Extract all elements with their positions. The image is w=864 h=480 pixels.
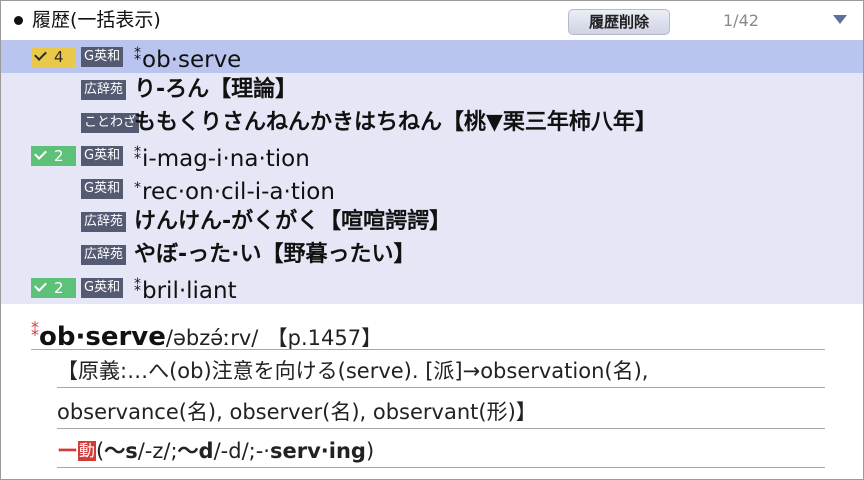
- history-entry-text: けんけん-がくがく【喧喧諤諤】: [134, 209, 452, 234]
- part-of-speech-badge: 動: [78, 441, 97, 461]
- history-entry: ⁑bril·liant: [134, 273, 237, 306]
- pronunciation: /əbzə́ːrv/: [165, 326, 259, 350]
- dictionary-badge: G英和: [81, 146, 124, 166]
- level-asterisk: ⁑: [134, 279, 141, 295]
- etymology-line: 【原義:…へ(ob)注意を向ける(serve). [派]→observation…: [57, 356, 825, 388]
- dictionary-badge: G英和: [81, 278, 124, 298]
- history-item[interactable]: ことわざ ももくりさんねんかきはちねん【桃▼栗三年柿八年】: [1, 106, 863, 139]
- history-item[interactable]: 広辞苑 やぼ-った·い【野暮ったい】: [1, 238, 863, 271]
- history-entry: ⁑ob·serve: [134, 42, 241, 75]
- check-count-badge: 2: [31, 278, 76, 298]
- pos-dash: ー: [57, 439, 78, 463]
- dictionary-badge: 広辞苑: [81, 80, 127, 100]
- dictionary-badge: G英和: [81, 179, 124, 199]
- history-entry-text: ももくりさんねんかきはちねん【桃▼栗三年柿八年】: [134, 110, 657, 135]
- derivatives-line: observance(名), observer(名), observant(形)…: [57, 397, 825, 429]
- history-entry-text: やぼ-った·い【野暮ったい】: [134, 242, 416, 267]
- level-asterisk: ⁑: [31, 321, 39, 340]
- level-asterisk: *: [134, 180, 141, 196]
- inflection-paren: (: [96, 439, 105, 463]
- check-count-badge: 4: [31, 47, 76, 67]
- history-entry-text: i-mag-i·na·tion: [142, 146, 310, 172]
- inflection-ing-prefix: -·: [255, 439, 270, 463]
- headword: ob·serve: [39, 322, 166, 352]
- history-entry-text: り-ろん【理論】: [134, 77, 298, 102]
- inflection-d: 〜d: [177, 439, 214, 463]
- history-item[interactable]: 2 G英和 ⁑i-mag-i·na·tion: [1, 139, 863, 172]
- history-entry-text: bril·liant: [142, 278, 237, 304]
- header-bar: 履歴(一括表示) 履歴削除 1/42: [1, 1, 863, 40]
- page-counter: 1/42: [723, 11, 759, 30]
- dictionary-badge: G英和: [81, 47, 124, 67]
- checkmark-icon: [34, 48, 47, 61]
- dictionary-badge: 広辞苑: [81, 245, 127, 265]
- page-title: 履歴(一括表示): [32, 9, 161, 31]
- check-count: 2: [54, 147, 64, 165]
- history-item[interactable]: 広辞苑 り-ろん【理論】: [1, 73, 863, 106]
- history-entry-text: rec·on·cil-i-a·tion: [142, 179, 335, 205]
- check-count: 4: [54, 48, 64, 66]
- history-list[interactable]: 4 G英和 ⁑ob·serve 広辞苑 り-ろん【理論】 ことわざ ももくりさん…: [1, 40, 863, 304]
- history-item[interactable]: 2 G英和 ⁑bril·liant: [1, 271, 863, 304]
- entry-detail-panel: ⁑ob·serve/əbzə́ːrv/ 【p.1457】 【原義:…へ(ob)注…: [1, 304, 863, 479]
- history-item[interactable]: G英和 *rec·on·cil-i-a·tion: [1, 172, 863, 205]
- page-reference: 【p.1457】: [266, 326, 383, 350]
- dictionary-badge: ことわざ: [81, 113, 140, 133]
- check-count-badge: 2: [31, 146, 76, 166]
- checkmark-icon: [34, 279, 47, 292]
- dictionary-badge: 広辞苑: [81, 212, 127, 232]
- history-entry: *rec·on·cil-i-a·tion: [134, 174, 335, 207]
- dropdown-arrow-icon[interactable]: [833, 15, 847, 24]
- inflection-z: /-z/;: [137, 439, 178, 463]
- check-count: 2: [54, 279, 64, 297]
- divider: [31, 349, 825, 350]
- level-asterisk: ⁑: [134, 147, 141, 163]
- inflection-paren: ): [365, 439, 375, 463]
- inflection-ing: serv·ing: [270, 439, 366, 463]
- history-item[interactable]: 広辞苑 けんけん-がくがく【喧喧諤諤】: [1, 205, 863, 238]
- inflection-line: ー動(〜s/-z/;〜d/-d/;-·serv·ing): [57, 436, 825, 468]
- checkmark-icon: [34, 147, 47, 160]
- level-asterisk: ⁑: [134, 48, 141, 64]
- history-entry-text: ob·serve: [142, 47, 242, 73]
- bullet-dot-icon: [14, 16, 23, 25]
- delete-history-button[interactable]: 履歴削除: [568, 9, 670, 35]
- inflection-dd: /-d/;: [213, 439, 256, 463]
- inflection-s: 〜s: [104, 439, 138, 463]
- history-item[interactable]: 4 G英和 ⁑ob·serve: [1, 40, 863, 73]
- history-entry: ⁑i-mag-i·na·tion: [134, 141, 310, 174]
